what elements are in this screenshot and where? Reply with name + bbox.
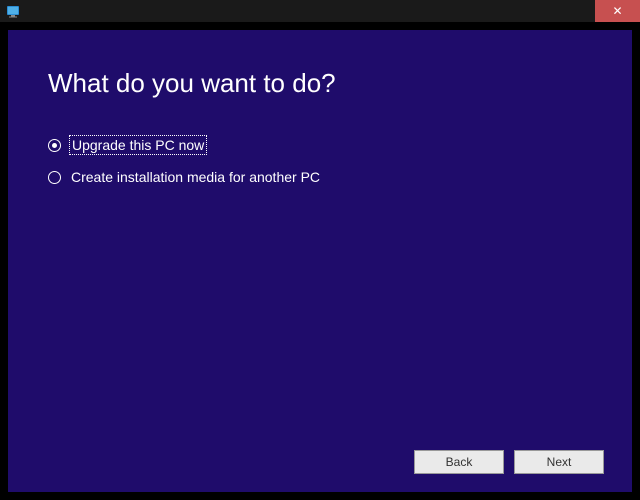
options-group: Upgrade this PC now Create installation … — [48, 137, 592, 185]
titlebar: ✕ — [0, 0, 640, 22]
installer-window: ✕ What do you want to do? Upgrade this P… — [0, 0, 640, 500]
radio-icon — [48, 139, 61, 152]
content-panel: What do you want to do? Upgrade this PC … — [8, 30, 632, 492]
option-label: Upgrade this PC now — [71, 137, 205, 153]
option-upgrade-now[interactable]: Upgrade this PC now — [48, 137, 592, 153]
close-button[interactable]: ✕ — [595, 0, 640, 22]
radio-icon — [48, 171, 61, 184]
option-label: Create installation media for another PC — [71, 169, 320, 185]
option-create-media[interactable]: Create installation media for another PC — [48, 169, 592, 185]
footer: Back Next — [414, 450, 604, 474]
next-button[interactable]: Next — [514, 450, 604, 474]
app-icon — [6, 4, 20, 18]
back-button[interactable]: Back — [414, 450, 504, 474]
close-icon: ✕ — [612, 4, 622, 18]
page-title: What do you want to do? — [48, 68, 592, 99]
content-wrapper: What do you want to do? Upgrade this PC … — [0, 22, 640, 500]
